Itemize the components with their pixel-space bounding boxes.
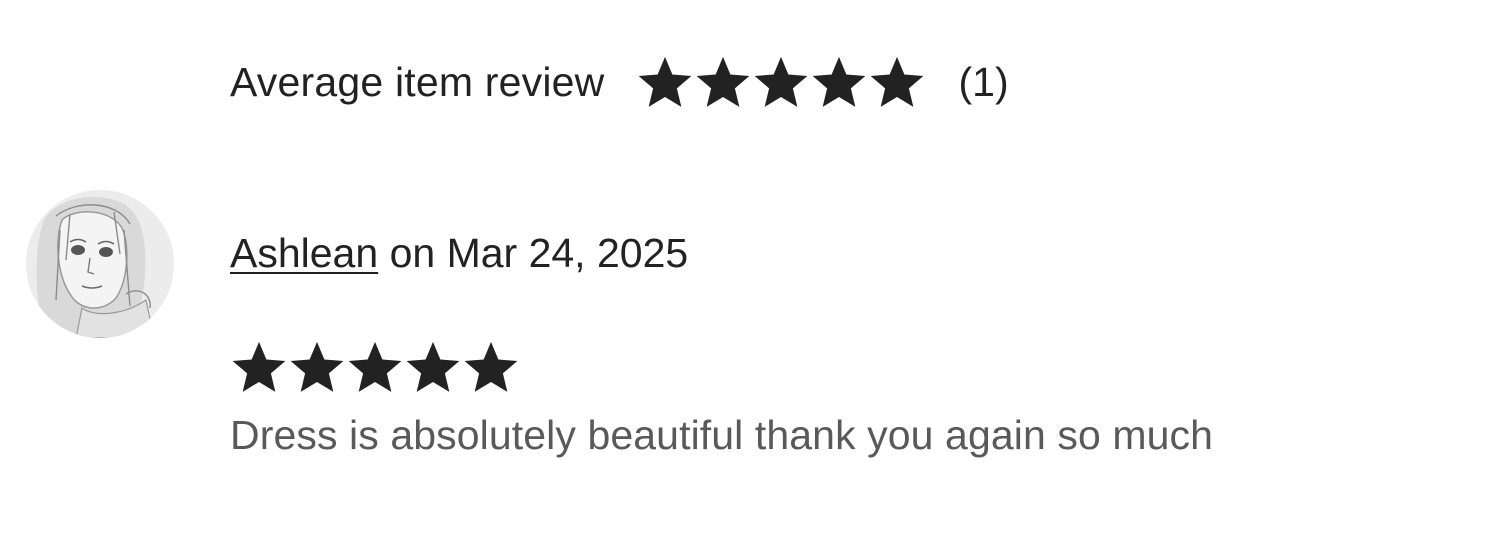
average-rating-stars <box>636 53 926 111</box>
star-icon <box>290 341 344 392</box>
reviewer-avatar[interactable] <box>26 190 174 338</box>
star-icon <box>871 56 924 107</box>
average-review-label: Average item review <box>230 58 605 105</box>
review-count: (1) <box>958 58 1009 105</box>
review-item: Ashlean on Mar 24, 2025 Dress is absolut… <box>0 190 1500 490</box>
star-icon <box>639 56 692 107</box>
star-icon <box>406 341 460 392</box>
star-icon <box>348 341 402 392</box>
star-icon <box>464 341 518 392</box>
review-rating-stars <box>230 338 520 396</box>
star-icon <box>755 56 808 107</box>
star-icon <box>813 56 866 107</box>
review-date: on Mar 24, 2025 <box>389 230 689 276</box>
star-icon <box>697 56 750 107</box>
average-review-summary: Average item review (1) <box>230 52 1009 112</box>
star-icon <box>232 341 286 392</box>
review-body: Dress is absolutely beautiful thank you … <box>230 412 1214 458</box>
avatar-sketch-icon <box>26 190 174 338</box>
reviewer-name-link[interactable]: Ashlean <box>230 230 378 276</box>
review-meta: Ashlean on Mar 24, 2025 <box>230 230 688 277</box>
